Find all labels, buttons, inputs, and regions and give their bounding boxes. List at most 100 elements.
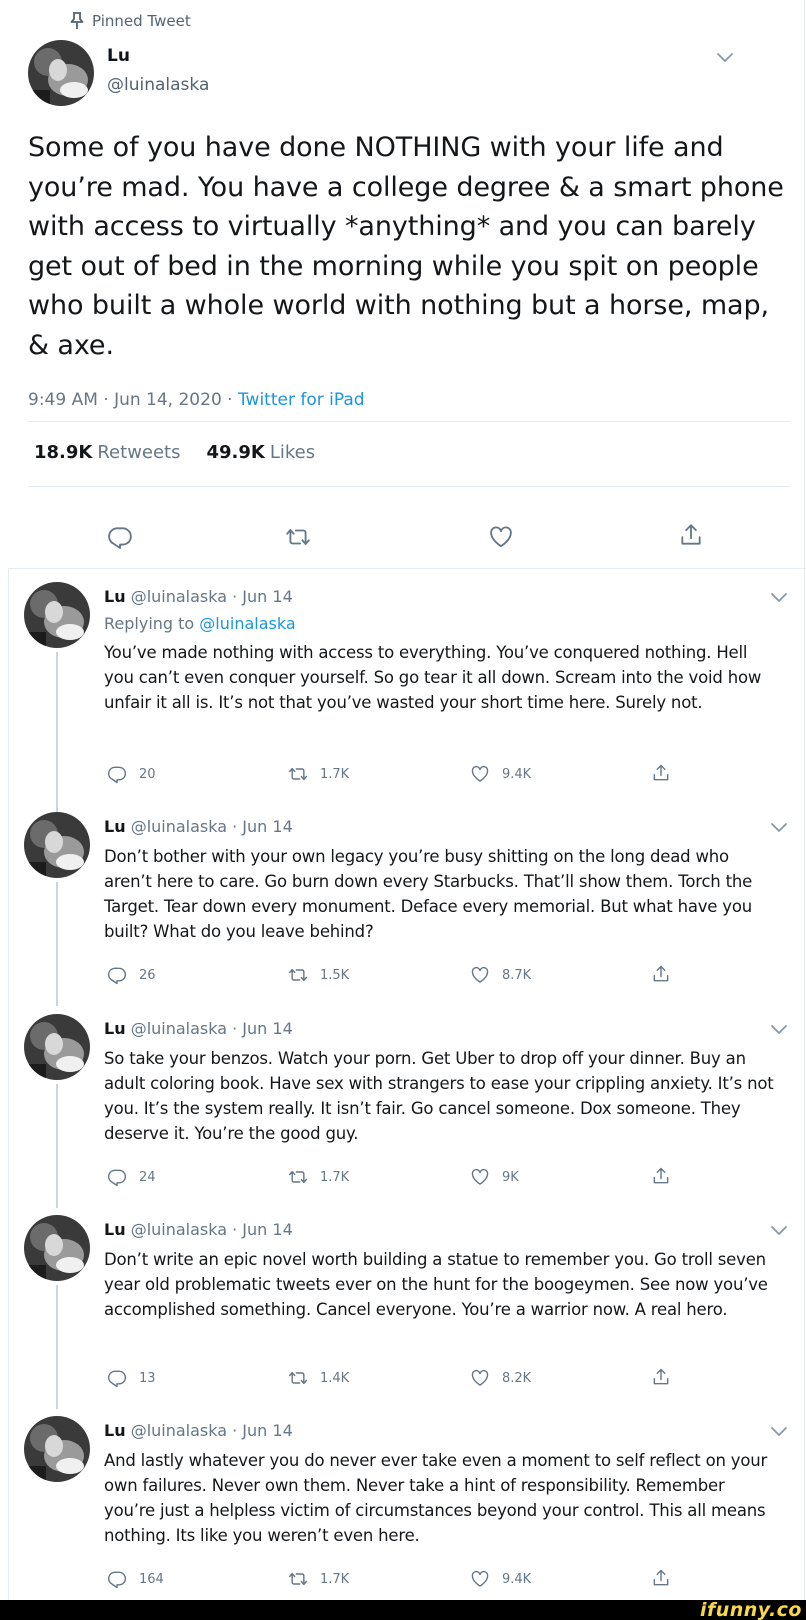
divider bbox=[28, 421, 790, 422]
author-handle[interactable]: @luinalaska bbox=[107, 75, 209, 95]
tweet-text: Some of you have done NOTHING with your … bbox=[28, 132, 784, 361]
reply-header: Lu @luinalaska · Jun 14 bbox=[104, 1019, 293, 1038]
reply-text: And lastly whatever you do never ever ta… bbox=[104, 1451, 768, 1545]
thread-line bbox=[56, 652, 58, 812]
share-button[interactable] bbox=[651, 763, 671, 783]
like-button[interactable]: 9.4K bbox=[470, 1569, 531, 1589]
retweet-count: 1.4K bbox=[320, 1370, 350, 1386]
share-button[interactable] bbox=[651, 1166, 671, 1186]
like-count: 8.7K bbox=[502, 967, 532, 983]
thread-line bbox=[56, 1084, 58, 1208]
share-icon bbox=[651, 1568, 671, 1588]
reply-button[interactable]: 164 bbox=[107, 1569, 164, 1589]
retweet-button[interactable]: 1.7K bbox=[288, 1167, 349, 1187]
likes-label: Likes bbox=[269, 442, 316, 463]
like-icon bbox=[470, 1167, 490, 1187]
author-name[interactable]: Lu bbox=[104, 1220, 126, 1239]
chevron-down-icon[interactable] bbox=[770, 1426, 788, 1438]
avatar[interactable] bbox=[28, 40, 94, 106]
like-button[interactable]: 8.7K bbox=[470, 965, 531, 985]
chevron-down-icon[interactable] bbox=[716, 52, 734, 64]
handle-date: @luinalaska · Jun 14 bbox=[130, 1019, 293, 1038]
share-icon[interactable] bbox=[678, 522, 704, 548]
like-button[interactable]: 9K bbox=[470, 1167, 519, 1187]
like-count: 9K bbox=[502, 1169, 519, 1185]
retweet-button[interactable]: 1.7K bbox=[288, 1569, 349, 1589]
reply-button[interactable]: 13 bbox=[107, 1368, 156, 1388]
reply-icon[interactable] bbox=[107, 524, 133, 550]
like-count: 8.2K bbox=[502, 1370, 532, 1386]
share-icon bbox=[651, 1367, 671, 1387]
reply-text: Don’t bother with your own legacy you’re… bbox=[104, 847, 753, 941]
like-button[interactable]: 8.2K bbox=[470, 1368, 531, 1388]
like-icon bbox=[470, 1368, 490, 1388]
share-icon bbox=[651, 763, 671, 783]
avatar[interactable] bbox=[24, 1416, 90, 1482]
like-icon[interactable] bbox=[488, 524, 514, 550]
author-name[interactable]: Lu bbox=[104, 1421, 126, 1440]
chevron-down-icon[interactable] bbox=[770, 1225, 788, 1237]
chevron-down-icon[interactable] bbox=[770, 1024, 788, 1036]
tweet-thread-screenshot: Pinned Tweet Lu @luinalaska Some of you … bbox=[0, 0, 806, 1600]
avatar[interactable] bbox=[24, 812, 90, 878]
retweets-stat[interactable]: 18.9K Retweets bbox=[34, 442, 181, 463]
tweet-timestamp: 9:49 AM · Jun 14, 2020 · Twitter for iPa… bbox=[28, 390, 365, 410]
like-count: 9.4K bbox=[502, 766, 532, 782]
thread-line bbox=[56, 1285, 58, 1409]
avatar[interactable] bbox=[24, 1014, 90, 1080]
share-icon bbox=[651, 1166, 671, 1186]
retweet-count: 1.7K bbox=[320, 766, 350, 782]
reply-text: So take your benzos. Watch your porn. Ge… bbox=[104, 1049, 774, 1143]
reply-count: 20 bbox=[139, 766, 156, 782]
avatar[interactable] bbox=[24, 582, 90, 648]
left-border bbox=[8, 568, 9, 1600]
right-border bbox=[804, 0, 805, 1600]
reply-button[interactable]: 20 bbox=[107, 764, 156, 784]
replying-prefix: Replying to bbox=[104, 614, 200, 633]
replying-to-link[interactable]: @luinalaska bbox=[199, 614, 295, 633]
retweet-button[interactable]: 1.4K bbox=[288, 1368, 349, 1388]
retweet-count: 1.5K bbox=[320, 967, 350, 983]
chevron-down-icon[interactable] bbox=[770, 822, 788, 834]
reply-icon bbox=[107, 965, 127, 985]
retweet-icon bbox=[288, 764, 308, 784]
reply-button[interactable]: 26 bbox=[107, 965, 156, 985]
reply-header: Lu @luinalaska · Jun 14 bbox=[104, 817, 293, 836]
handle-date: @luinalaska · Jun 14 bbox=[130, 817, 293, 836]
retweets-label: Retweets bbox=[97, 442, 181, 463]
thread-line bbox=[56, 882, 58, 1006]
share-button[interactable] bbox=[651, 1568, 671, 1588]
like-icon bbox=[470, 1569, 490, 1589]
author-name[interactable]: Lu bbox=[104, 817, 126, 836]
retweet-button[interactable]: 1.7K bbox=[288, 764, 349, 784]
like-icon bbox=[470, 965, 490, 985]
divider bbox=[28, 486, 790, 487]
like-count: 9.4K bbox=[502, 1571, 532, 1587]
reply-header: Lu @luinalaska · Jun 14 bbox=[104, 1220, 293, 1239]
tweet-time: 9:49 AM · Jun 14, 2020 · bbox=[28, 390, 238, 410]
pin-icon bbox=[70, 12, 84, 29]
retweet-icon bbox=[288, 1368, 308, 1388]
author-name[interactable]: Lu bbox=[104, 587, 126, 606]
chevron-down-icon[interactable] bbox=[770, 592, 788, 604]
tweet-source-link[interactable]: Twitter for iPad bbox=[238, 390, 365, 410]
reply-icon bbox=[107, 1368, 127, 1388]
likes-count: 49.9K bbox=[206, 442, 265, 463]
share-button[interactable] bbox=[651, 964, 671, 984]
reply-count: 24 bbox=[139, 1169, 156, 1185]
retweet-button[interactable]: 1.5K bbox=[288, 965, 349, 985]
pinned-tweet-label: Pinned Tweet bbox=[70, 12, 191, 30]
like-button[interactable]: 9.4K bbox=[470, 764, 531, 784]
divider bbox=[8, 568, 806, 569]
author-name[interactable]: Lu bbox=[107, 46, 130, 66]
likes-stat[interactable]: 49.9K Likes bbox=[207, 442, 316, 463]
avatar[interactable] bbox=[24, 1215, 90, 1281]
reply-header: Lu @luinalaska · Jun 14 bbox=[104, 1421, 293, 1440]
reply-count: 13 bbox=[139, 1370, 156, 1386]
retweet-icon[interactable] bbox=[285, 524, 311, 550]
share-button[interactable] bbox=[651, 1367, 671, 1387]
reply-button[interactable]: 24 bbox=[107, 1167, 156, 1187]
author-name[interactable]: Lu bbox=[104, 1019, 126, 1038]
retweet-icon bbox=[288, 1167, 308, 1187]
reply-count: 164 bbox=[139, 1571, 164, 1587]
